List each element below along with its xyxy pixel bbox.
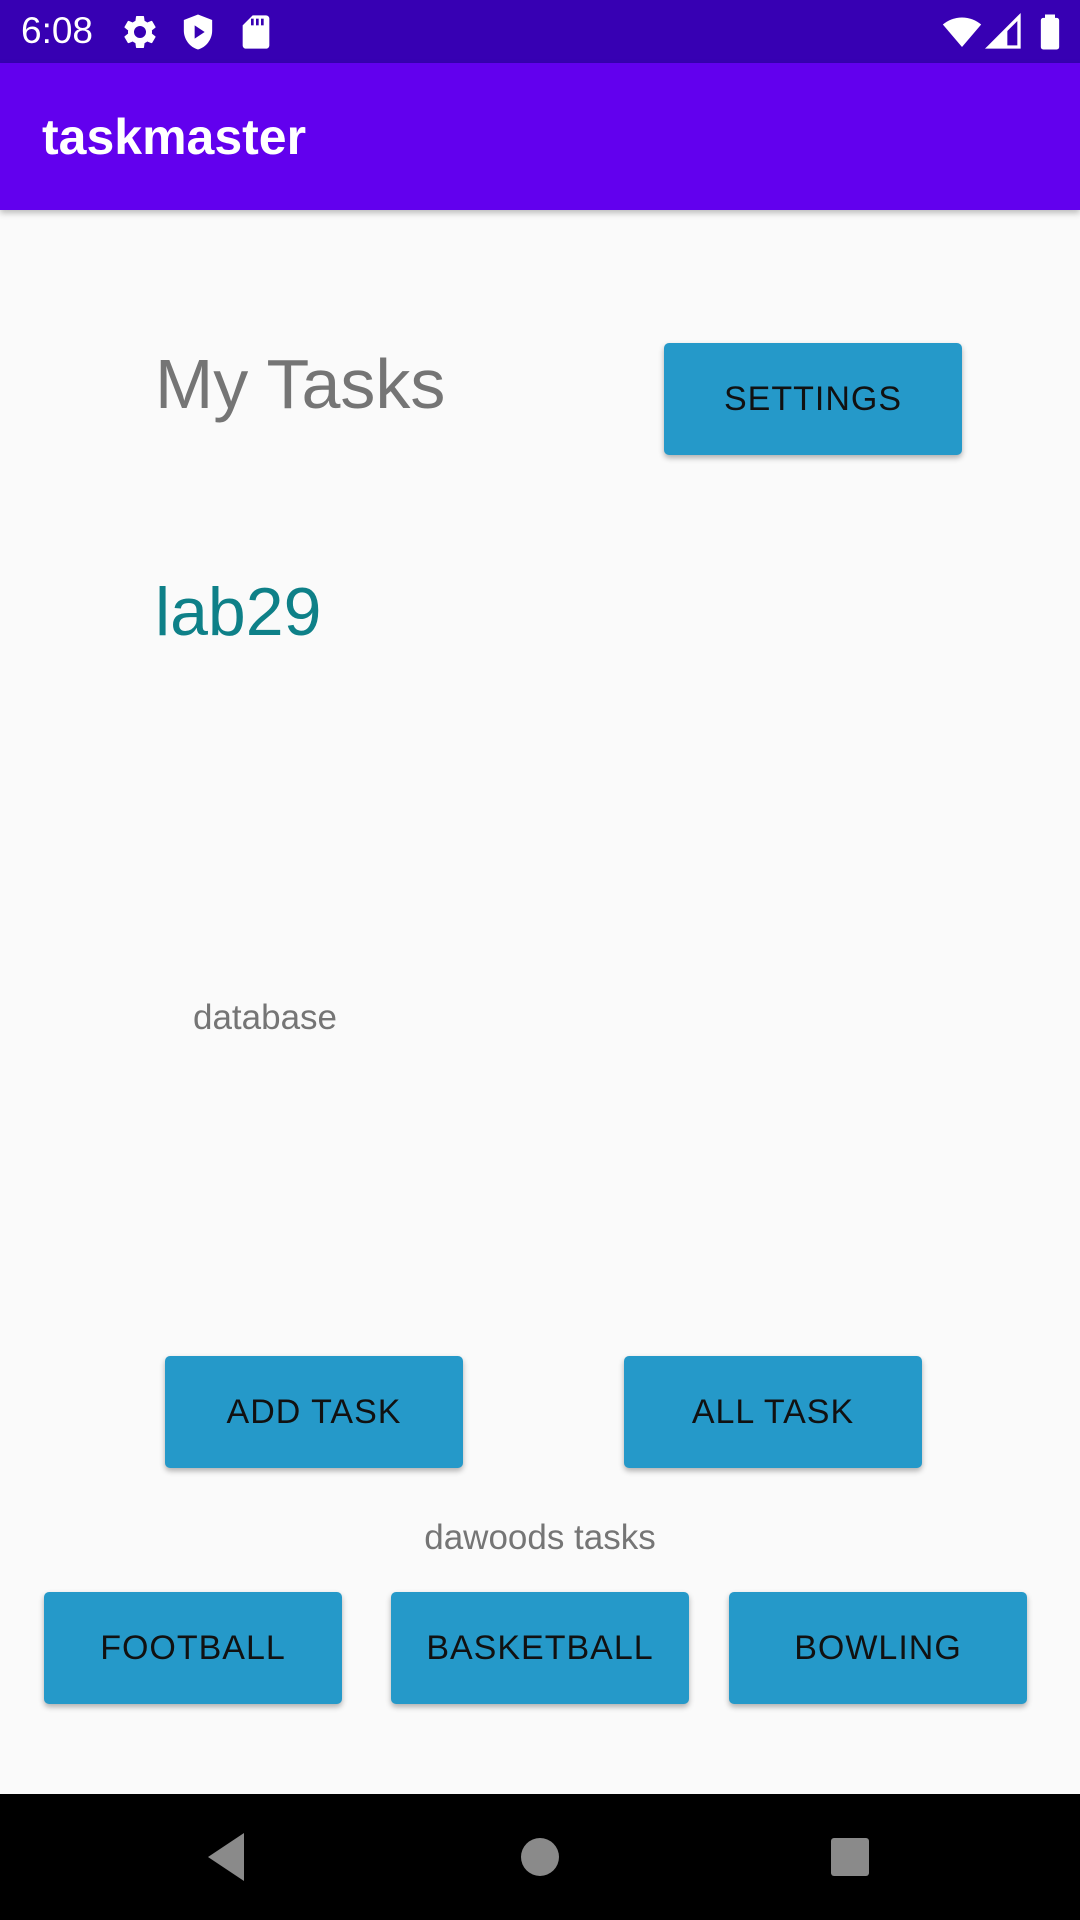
settings-button[interactable]: SETTINGS: [664, 343, 962, 455]
home-icon[interactable]: [508, 1825, 572, 1889]
database-label: database: [193, 998, 338, 1037]
gear-icon: [120, 12, 160, 52]
shield-play-icon: [178, 12, 218, 52]
status-bar: 6:08: [0, 0, 1080, 63]
app-title: taskmaster: [42, 109, 307, 165]
add-task-button[interactable]: ADD TASK: [165, 1356, 463, 1468]
username-display: lab29: [155, 574, 322, 650]
navigation-bar: [0, 1794, 1080, 1920]
status-time: 6:08: [21, 10, 94, 51]
task-button-basketball[interactable]: BASKETBALL: [391, 1592, 689, 1704]
sd-card-icon: [236, 12, 276, 52]
task-button-football[interactable]: FOOTBALL: [44, 1592, 342, 1704]
battery-icon: [1030, 12, 1070, 52]
cell-signal-icon: [984, 12, 1024, 52]
wifi-icon: [942, 12, 982, 52]
app-bar: taskmaster: [0, 63, 1080, 210]
recents-icon[interactable]: [818, 1825, 882, 1889]
all-task-button[interactable]: ALL TASK: [624, 1356, 922, 1468]
main-content: My Tasks SETTINGS lab29 database ADD TAS…: [0, 210, 1080, 1794]
section-label: dawoods tasks: [424, 1518, 656, 1557]
page-title: My Tasks: [155, 345, 446, 423]
task-button-bowling[interactable]: BOWLING: [729, 1592, 1027, 1704]
back-icon[interactable]: [194, 1825, 258, 1889]
